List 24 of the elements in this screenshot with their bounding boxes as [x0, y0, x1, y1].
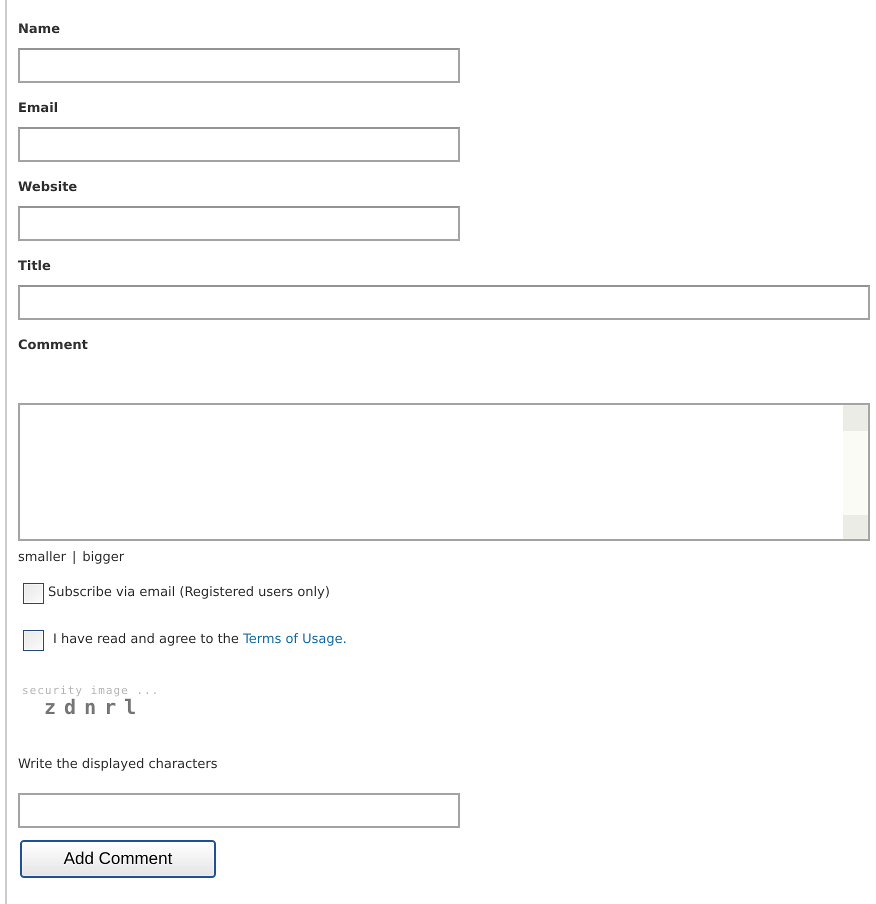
- text-field[interactable]: [18, 285, 870, 320]
- text-field[interactable]: [18, 127, 460, 162]
- terms-link[interactable]: Terms of Usage.: [243, 632, 347, 647]
- scrollbar[interactable]: [843, 405, 868, 539]
- captcha-prompt: Write the displayed characters: [18, 756, 218, 774]
- add-comment-button[interactable]: Add Comment: [20, 840, 216, 878]
- checkbox[interactable]: [23, 582, 44, 604]
- separator: |: [72, 549, 76, 567]
- captcha-field[interactable]: [18, 793, 460, 828]
- field-label: Title: [18, 258, 52, 276]
- field-label: Email: [18, 100, 60, 118]
- resize-link[interactable]: smaller: [18, 548, 66, 568]
- checkbox-label: Subscribe via email (Registered users only): [48, 584, 330, 602]
- field-label: Name: [18, 21, 62, 39]
- field-label: Comment: [18, 337, 89, 355]
- field-label: Website: [18, 179, 78, 197]
- comment-textarea[interactable]: [18, 403, 870, 541]
- checkbox-label: I have read and agree to the Terms of Usage.: [53, 631, 347, 649]
- text-field[interactable]: [18, 48, 460, 83]
- checkbox[interactable]: [23, 630, 44, 650]
- resize-link[interactable]: bigger: [82, 548, 124, 568]
- captcha-code: zdnrl: [44, 697, 146, 717]
- text-field[interactable]: [18, 206, 460, 241]
- captcha-caption: security image ...: [22, 685, 160, 697]
